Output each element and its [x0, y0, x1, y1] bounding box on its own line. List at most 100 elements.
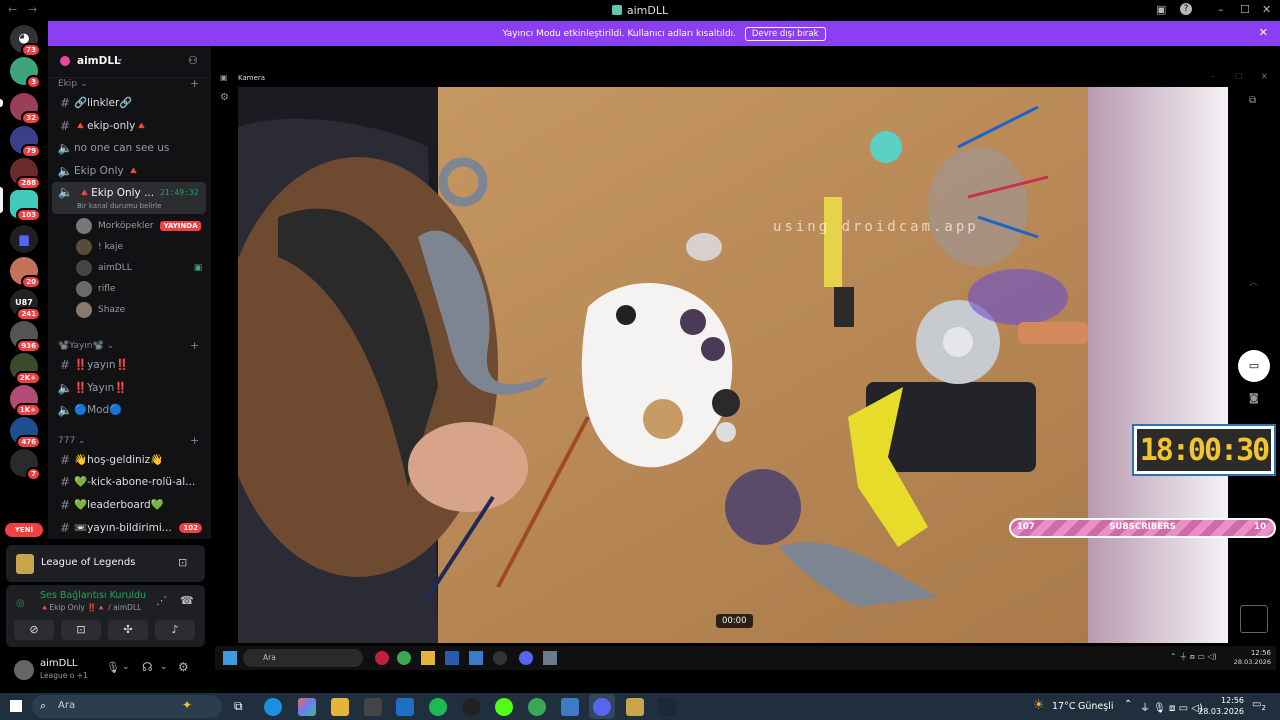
channel-label: 📼yayın-bildirimi...: [74, 522, 172, 534]
maximize-icon[interactable]: ☐: [1240, 3, 1250, 16]
direct-messages-button[interactable]: ◕ 73: [10, 25, 41, 57]
camera-close-icon[interactable]: ✕: [1261, 72, 1268, 81]
channel-no-one-can-see-us[interactable]: 🔈 no one can see us: [52, 137, 206, 158]
channel-ekip-only[interactable]: # 🔺ekip-only🔺: [52, 115, 206, 136]
clock-date[interactable]: 28.03.2026: [1196, 707, 1244, 716]
channel-linkler[interactable]: # 🔗linkler🔗: [52, 92, 206, 113]
channel-label: 👋hoş-geldiniz👋: [74, 454, 164, 466]
chrome-icon[interactable]: [528, 698, 546, 716]
server-badge: 476: [16, 435, 41, 449]
server-icon[interactable]: 7: [10, 449, 41, 481]
taskbar-search-box[interactable]: ⌕ Ara ✦: [32, 695, 222, 718]
windows-taskbar: ⌕ Ara ✦ ⧉ ☀ 17°C Güneşli ⌃ ⏚ 🎙 ⧈ ▭ ◁) 12…: [0, 693, 1280, 720]
channel-kick-abone[interactable]: # 💚-kick-abone-rolü-al...: [52, 471, 206, 492]
spotify-icon[interactable]: [429, 698, 447, 716]
new-unreads-pill[interactable]: YENİ: [5, 523, 43, 537]
notification-icon[interactable]: ▭2: [1252, 699, 1266, 712]
file-explorer-icon[interactable]: [331, 698, 349, 716]
settings-gear-icon[interactable]: ⚙: [220, 92, 229, 103]
channel-status-prompt[interactable]: Bir kanal durumu belirle: [77, 202, 161, 210]
inbox-icon[interactable]: ▣: [1156, 3, 1166, 16]
connection-signal-icon[interactable]: ◎: [16, 598, 25, 609]
server-icon[interactable]: 3: [10, 57, 41, 89]
weather-icon[interactable]: ☀: [1033, 698, 1045, 713]
video-camera-button[interactable]: ▭: [1238, 350, 1270, 382]
picture-in-picture-icon[interactable]: ⧉: [1249, 95, 1256, 106]
chevron-down-icon[interactable]: ⌄: [122, 662, 130, 672]
close-window-icon[interactable]: ✕: [1262, 3, 1271, 16]
minimize-icon[interactable]: –: [1218, 3, 1224, 16]
disconnect-icon[interactable]: ☎: [180, 594, 194, 607]
windows-start-button[interactable]: [10, 700, 22, 712]
channel-yayin-text[interactable]: # ‼️yayın‼️: [52, 354, 206, 375]
channel-ekip-only-voice[interactable]: 🔈 Ekip Only 🔺: [52, 160, 206, 181]
server-icon[interactable]: 2K+: [10, 353, 41, 385]
stream-game-icon[interactable]: ⊡: [178, 556, 187, 569]
server-icon[interactable]: 20: [10, 257, 41, 289]
disable-streamer-mode-button[interactable]: Devre dışı bırak: [744, 27, 826, 41]
camera-maximize-icon[interactable]: ☐: [1235, 72, 1242, 81]
microphone-icon[interactable]: 🎙: [106, 661, 120, 674]
add-member-icon[interactable]: ⚇: [188, 54, 198, 67]
edge-icon[interactable]: [264, 698, 282, 716]
server-icon[interactable]: U87 241: [10, 289, 41, 321]
category-ekip[interactable]: Ekip ⌄: [58, 79, 88, 89]
screenshot-camera-icon[interactable]: ◙: [1249, 393, 1259, 404]
clock-time[interactable]: 12:56: [1200, 696, 1244, 705]
settings-gear-icon[interactable]: ⚙: [178, 660, 189, 674]
copilot-icon[interactable]: [298, 698, 316, 716]
server-icon[interactable]: 476: [10, 417, 41, 449]
channel-yayin-bildirimi[interactable]: # 📼yayın-bildirimi... 102: [52, 517, 206, 538]
soundboard-button[interactable]: ♪: [155, 620, 195, 640]
help-icon[interactable]: ?: [1180, 3, 1192, 15]
kick-icon[interactable]: [495, 698, 513, 716]
mail-icon[interactable]: [396, 698, 414, 716]
server-icon[interactable]: 936: [10, 321, 41, 353]
add-channel-icon[interactable]: +: [190, 339, 199, 352]
server-icon[interactable]: 79: [10, 126, 41, 158]
add-channel-icon[interactable]: +: [190, 77, 199, 90]
voice-channel-path[interactable]: 🔺Ekip Only ‼️🔺 / aimDLL: [40, 603, 141, 612]
obs-icon[interactable]: [462, 698, 480, 716]
server-icon[interactable]: 1K+: [10, 385, 41, 417]
steam-icon[interactable]: [658, 698, 676, 716]
voice-member[interactable]: aimDLL ▣: [76, 258, 202, 278]
active-voice-channel[interactable]: 🔈 🔺Ekip Only ... 21:49:32 Bir kanal duru…: [52, 182, 206, 214]
add-channel-icon[interactable]: +: [190, 434, 199, 447]
category-yayin[interactable]: 📽️Yayın📽️ ⌄: [58, 341, 114, 351]
show-hidden-icons-chevron[interactable]: ⌃: [1124, 699, 1132, 710]
channel-leaderboard[interactable]: # 💚leaderboard💚: [52, 494, 206, 515]
banner-text: Yayıncı Modu etkinleştirildi. Kullanıcı …: [502, 29, 736, 39]
voice-member[interactable]: ! kaje: [76, 237, 123, 257]
microsoft-store-icon[interactable]: [364, 698, 382, 716]
camera-off-button[interactable]: ⊘: [14, 620, 54, 640]
server-icon-aimdll[interactable]: 103: [10, 190, 41, 222]
app-icon[interactable]: [561, 698, 579, 716]
headphones-icon[interactable]: ☊: [142, 660, 153, 674]
league-of-legends-icon[interactable]: [626, 698, 644, 716]
channel-yayin-voice[interactable]: 🔈 ‼️Yayın‼️: [52, 377, 206, 398]
category-777[interactable]: 777 ⌄: [58, 436, 86, 446]
camera-minimize-icon[interactable]: –: [1211, 72, 1215, 81]
screen-share-button[interactable]: ⊡: [61, 620, 101, 640]
close-banner-icon[interactable]: ✕: [1259, 26, 1268, 39]
voice-member[interactable]: Morköpekler YAYINDA: [76, 216, 202, 236]
chevron-down-icon[interactable]: ⌄: [160, 662, 168, 672]
server-icon[interactable]: 32: [10, 93, 41, 125]
chevron-up-icon[interactable]: ︿: [1249, 275, 1258, 288]
server-header[interactable]: aimDLL ⌄ ⚇: [48, 46, 211, 78]
avatar[interactable]: [14, 660, 34, 680]
task-view-icon[interactable]: ⧉: [234, 699, 243, 714]
activity-card[interactable]: League of Legends ⊡: [6, 545, 205, 582]
tray-icons[interactable]: ⏚ 🎙 ⧈ ▭ ◁): [1140, 699, 1203, 714]
noise-suppression-icon[interactable]: ⋰: [156, 594, 167, 607]
fullscreen-button[interactable]: [1240, 605, 1268, 633]
activities-button[interactable]: ✣: [108, 620, 148, 640]
folder-icon[interactable]: ▆: [10, 225, 38, 253]
voice-member[interactable]: rifle: [76, 279, 115, 299]
discord-icon[interactable]: [593, 698, 611, 716]
channel-mod[interactable]: 🔈 🔵Mod🔵: [52, 399, 206, 420]
voice-member[interactable]: Shaze: [76, 300, 125, 320]
channel-hos-geldiniz[interactable]: # 👋hoş-geldiniz👋: [52, 449, 206, 470]
server-icon[interactable]: 288: [10, 158, 41, 190]
